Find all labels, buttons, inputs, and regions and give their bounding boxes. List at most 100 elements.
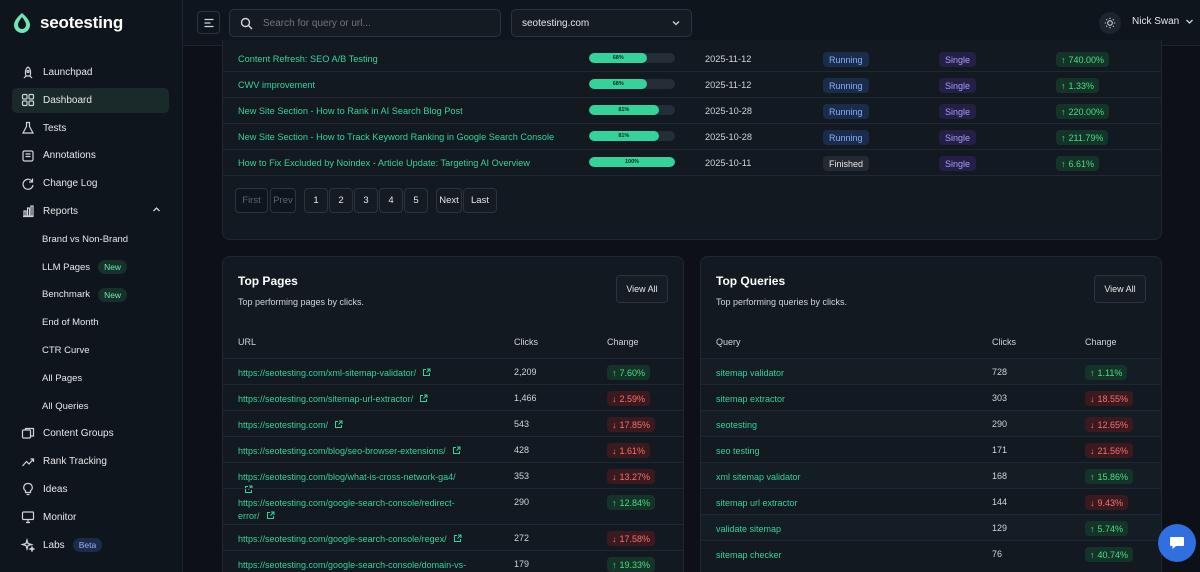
table-row[interactable]: https://seotesting.com/google-search-con… <box>223 524 683 550</box>
page-url-link[interactable]: https://seotesting.com/google-search-con… <box>238 559 468 572</box>
query-link[interactable]: validate sitemap <box>716 523 946 536</box>
test-date: 2025-10-28 <box>705 106 752 116</box>
query-link[interactable]: seo testing <box>716 445 946 458</box>
nav-subitem-brand-vs-non-brand[interactable]: Brand vs Non-Brand <box>12 227 169 252</box>
test-row[interactable]: How to Fix Excluded by Noindex - Article… <box>223 150 1161 176</box>
test-row[interactable]: New Site Section - How to Track Keyword … <box>223 124 1161 150</box>
page-url-link[interactable]: https://seotesting.com/xml-sitemap-valid… <box>238 367 468 380</box>
status-badge: Finished <box>823 156 870 171</box>
nav-subitem-all-queries[interactable]: All Queries <box>12 394 169 419</box>
page-button-4[interactable]: 4 <box>379 188 403 213</box>
test-name-link[interactable]: New Site Section - How to Rank in AI Sea… <box>238 106 463 116</box>
nav-subitem-end-of-month[interactable]: End of Month <box>12 310 169 335</box>
test-name-link[interactable]: CWV improvement <box>238 80 315 90</box>
nav-item-annotations[interactable]: Annotations <box>12 143 169 168</box>
query-link[interactable]: seotesting <box>716 419 946 432</box>
status-badge: Running <box>823 52 869 67</box>
page-button-3[interactable]: 3 <box>354 188 378 213</box>
logo[interactable]: seotesting <box>12 12 123 34</box>
page-url-link[interactable]: https://seotesting.com/google-search-con… <box>238 533 468 546</box>
test-name-link[interactable]: Content Refresh: SEO A/B Testing <box>238 54 378 64</box>
test-row[interactable]: Content Refresh: SEO A/B Testing 68% 2025-… <box>223 46 1161 72</box>
nav-item-reports[interactable]: Reports <box>12 199 169 224</box>
arrow-down-icon: ↓ <box>1090 497 1095 508</box>
page-url-link[interactable]: https://seotesting.com/google-search-con… <box>238 497 468 522</box>
nav-item-ideas[interactable]: Ideas <box>12 477 169 502</box>
top-queries-view-all-button[interactable]: View All <box>1094 275 1146 303</box>
test-row[interactable]: CWV improvement 68% 2025-11-12 Running Singl… <box>223 72 1161 98</box>
query-link[interactable]: sitemap validator <box>716 367 946 380</box>
last-page-button[interactable]: Last <box>463 188 497 213</box>
nav-item-rank-tracking[interactable]: Rank Tracking <box>12 449 169 474</box>
page-button-1[interactable]: 1 <box>304 188 328 213</box>
nav-subitem-all-pages[interactable]: All Pages <box>12 366 169 391</box>
nav-label: Annotations <box>43 150 96 162</box>
external-link-icon[interactable] <box>422 368 431 377</box>
test-name-link[interactable]: How to Fix Excluded by Noindex - Article… <box>238 158 530 168</box>
page-button-5[interactable]: 5 <box>404 188 428 213</box>
test-name-link[interactable]: New Site Section - How to Track Keyword … <box>238 132 554 142</box>
table-row[interactable]: sitemap validator 728 ↑ 1.11% <box>701 358 1161 384</box>
external-link-icon[interactable] <box>334 420 343 429</box>
table-row[interactable]: seotesting 290 ↓ 12.65% <box>701 410 1161 436</box>
table-row[interactable]: seo testing 171 ↓ 21.56% <box>701 436 1161 462</box>
table-row[interactable]: sitemap url extractor 144 ↓ 9.43% <box>701 488 1161 514</box>
table-row[interactable]: https://seotesting.com/sitemap-url-extra… <box>223 384 683 410</box>
external-link-icon[interactable] <box>453 534 462 543</box>
page-url-link[interactable]: https://seotesting.com/blog/seo-browser-… <box>238 445 468 458</box>
query-link[interactable]: xml sitemap validator <box>716 471 946 484</box>
table-row[interactable]: https://seotesting.com/blog/seo-browser-… <box>223 436 683 462</box>
clicks-value: 428 <box>514 445 530 455</box>
arrow-up-icon: ↑ <box>1061 158 1066 169</box>
table-row[interactable]: https://seotesting.com/google-search-con… <box>223 488 683 524</box>
site-select[interactable]: seotesting.com <box>511 9 692 37</box>
page-url-link[interactable]: https://seotesting.com/sitemap-url-extra… <box>238 393 468 406</box>
nav-item-change-log[interactable]: Change Log <box>12 171 169 196</box>
nav-item-tests[interactable]: Tests <box>12 116 169 141</box>
next-page-button[interactable]: Next <box>436 188 462 213</box>
prev-page-button[interactable]: Prev <box>270 188 296 213</box>
table-row[interactable]: xml sitemap validator 168 ↑ 15.86% <box>701 462 1161 488</box>
nav-item-launchpad[interactable]: Launchpad <box>12 60 169 85</box>
query-link[interactable]: sitemap checker <box>716 549 946 562</box>
external-link-icon[interactable] <box>266 511 275 520</box>
page-url-link[interactable]: https://seotesting.com/ <box>238 419 468 432</box>
test-row[interactable]: New Site Section - How to Rank in AI Sea… <box>223 98 1161 124</box>
col-header-change: Change <box>1085 337 1117 347</box>
sidebar-toggle-button[interactable] <box>197 11 220 34</box>
page-url-text: https://seotesting.com/ <box>238 420 329 430</box>
nav-item-labs[interactable]: Labs Beta <box>12 533 169 558</box>
arrow-down-icon: ↓ <box>612 393 617 404</box>
table-row[interactable]: https://seotesting.com/543 ↓ 17.85% <box>223 410 683 436</box>
col-header-url: URL <box>238 337 257 347</box>
table-row[interactable]: sitemap extractor 303 ↓ 18.55% <box>701 384 1161 410</box>
chat-launcher-button[interactable] <box>1158 524 1196 562</box>
table-row[interactable]: validate sitemap 129 ↑ 5.74% <box>701 514 1161 540</box>
nav-item-monitor[interactable]: Monitor <box>12 505 169 530</box>
new-badge: New <box>98 260 128 275</box>
external-link-icon[interactable] <box>452 446 461 455</box>
nav-subitem-llm-pages[interactable]: LLM Pages New <box>12 255 169 280</box>
nav-subitem-benchmark[interactable]: Benchmark New <box>12 282 169 307</box>
col-header-clicks: Clicks <box>514 337 538 347</box>
nav-item-content-groups[interactable]: Content Groups <box>12 421 169 446</box>
search-box[interactable] <box>229 9 501 37</box>
flask-icon <box>20 121 35 136</box>
nav-label: All Queries <box>42 400 89 412</box>
theme-toggle-button[interactable] <box>1099 12 1121 34</box>
search-input[interactable] <box>263 17 483 29</box>
table-row[interactable]: sitemap checker 76 ↑ 40.74% <box>701 540 1161 566</box>
table-row[interactable]: https://seotesting.com/blog/what-is-cros… <box>223 462 683 493</box>
external-link-icon[interactable] <box>419 394 428 403</box>
page-button-2[interactable]: 2 <box>329 188 353 213</box>
nav-item-dashboard[interactable]: Dashboard <box>12 87 169 113</box>
query-link[interactable]: sitemap url extractor <box>716 497 946 510</box>
nav-subitem-ctr-curve[interactable]: CTR Curve <box>12 338 169 363</box>
user-menu[interactable]: Nick Swan <box>1132 16 1194 27</box>
search-icon <box>240 17 253 29</box>
table-row[interactable]: https://seotesting.com/google-search-con… <box>223 550 683 572</box>
top-pages-view-all-button[interactable]: View All <box>616 275 668 303</box>
query-link[interactable]: sitemap extractor <box>716 393 946 406</box>
first-page-button[interactable]: First <box>235 188 268 213</box>
table-row[interactable]: https://seotesting.com/xml-sitemap-valid… <box>223 358 683 384</box>
